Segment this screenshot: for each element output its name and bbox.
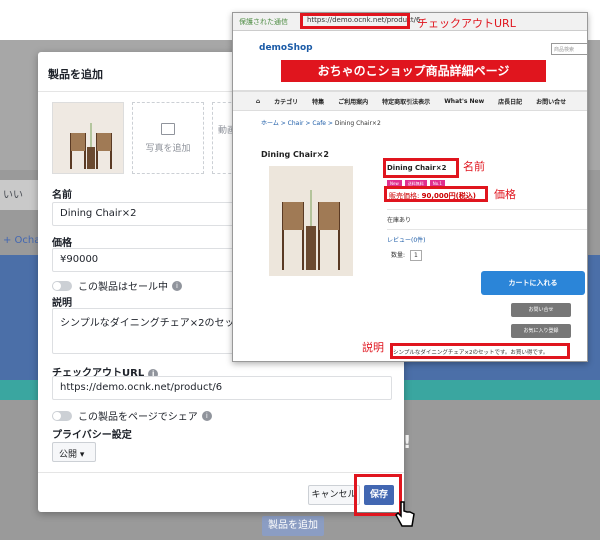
- name-highlight-box: [383, 158, 459, 178]
- privacy-select[interactable]: 公開 ▾: [52, 442, 96, 462]
- info-icon: i: [201, 410, 212, 421]
- secure-label: 保護された通信: [239, 18, 288, 26]
- address-bar[interactable]: 保護された通信 https://demo.ocnk.net/product/6: [233, 13, 587, 31]
- product-title: Dining Chair×2: [261, 150, 329, 159]
- description-highlight-box: [390, 343, 570, 359]
- description-label: 説明: [52, 298, 72, 309]
- name-label: 名前: [52, 190, 72, 201]
- chair-image: [269, 166, 353, 276]
- product-thumbnail[interactable]: [52, 102, 124, 174]
- sale-toggle[interactable]: [52, 280, 72, 291]
- nav-item-contact[interactable]: お問い合せ: [536, 97, 566, 106]
- info-icon: i: [172, 280, 182, 291]
- product-photo[interactable]: [269, 166, 353, 276]
- url-highlight-box: [300, 13, 410, 29]
- price-highlight-box: [384, 186, 488, 202]
- cancel-button[interactable]: キャンセル: [308, 485, 360, 505]
- like-button[interactable]: いい: [3, 186, 23, 201]
- qty-label: 数量:: [391, 252, 406, 259]
- breadcrumb: ホーム > Chair > Cafe > Dining Chair×2: [261, 120, 381, 127]
- inquiry-button[interactable]: お問い合せ: [511, 303, 571, 317]
- search-input[interactable]: 商品検索: [551, 43, 587, 55]
- nav-item-diary[interactable]: 店長日記: [498, 97, 522, 106]
- annotation-name: 名前: [463, 160, 485, 173]
- add-photo-tile[interactable]: 写真を追加: [132, 102, 204, 174]
- privacy-label: プライバシー設定: [52, 430, 132, 441]
- breadcrumb-cafe[interactable]: Cafe: [312, 120, 326, 127]
- add-photo-label: 写真を追加: [145, 144, 191, 154]
- price-label: 価格: [52, 238, 72, 249]
- share-toggle[interactable]: [52, 410, 72, 421]
- annotation-checkout-url: チェックアウトURL: [417, 17, 516, 30]
- review-link[interactable]: レビュー(0件): [387, 229, 587, 244]
- background-text: !: [403, 432, 412, 453]
- breadcrumb-chair[interactable]: Chair: [288, 120, 304, 127]
- photo-row: 写真を追加 動画: [52, 102, 242, 174]
- breadcrumb-current: Dining Chair×2: [334, 120, 381, 127]
- add-to-cart-button[interactable]: カートに入れる: [481, 271, 585, 295]
- quantity-select[interactable]: 1: [409, 250, 422, 261]
- share-toggle-row[interactable]: この製品をページでシェア i: [52, 408, 212, 423]
- shop-nav: ⌂ カテゴリ 特集 ご利用案内 特定商取引法表示 What's New 店長日記…: [233, 91, 587, 111]
- breadcrumb-home[interactable]: ホーム: [261, 120, 279, 127]
- annotation-description: 説明: [362, 341, 384, 354]
- favorite-button[interactable]: お気に入り登録: [511, 324, 571, 338]
- add-link[interactable]: + Ocha: [3, 235, 40, 246]
- nav-item-law[interactable]: 特定商取引法表示: [382, 97, 430, 106]
- background-band-right: [400, 380, 600, 400]
- hand-cursor-icon: [395, 501, 415, 527]
- nav-item-whats-new[interactable]: What's New: [444, 98, 484, 105]
- annotation-banner: おちゃのこショップ商品詳細ページ: [281, 60, 546, 82]
- sale-toggle-row[interactable]: この製品はセール中 i: [52, 278, 182, 293]
- nav-item-category[interactable]: カテゴリ: [274, 97, 298, 106]
- annotation-price: 価格: [494, 188, 516, 201]
- chair-image: [53, 103, 123, 173]
- nav-item-guide[interactable]: ご利用案内: [338, 97, 368, 106]
- sale-toggle-label: この製品はセール中: [78, 282, 168, 293]
- home-icon[interactable]: ⌂: [256, 98, 260, 105]
- share-toggle-label: この製品をページでシェア: [78, 412, 198, 423]
- shop-logo[interactable]: demoShop: [259, 43, 313, 53]
- nav-item-feature[interactable]: 特集: [312, 97, 324, 106]
- quantity-row: 数量: 1: [391, 250, 422, 261]
- image-icon: [161, 123, 175, 135]
- add-product-button[interactable]: 製品を追加: [262, 516, 324, 536]
- stock-status: 在庫あり: [387, 209, 587, 224]
- checkout-url-field[interactable]: https://demo.ocnk.net/product/6: [52, 376, 392, 400]
